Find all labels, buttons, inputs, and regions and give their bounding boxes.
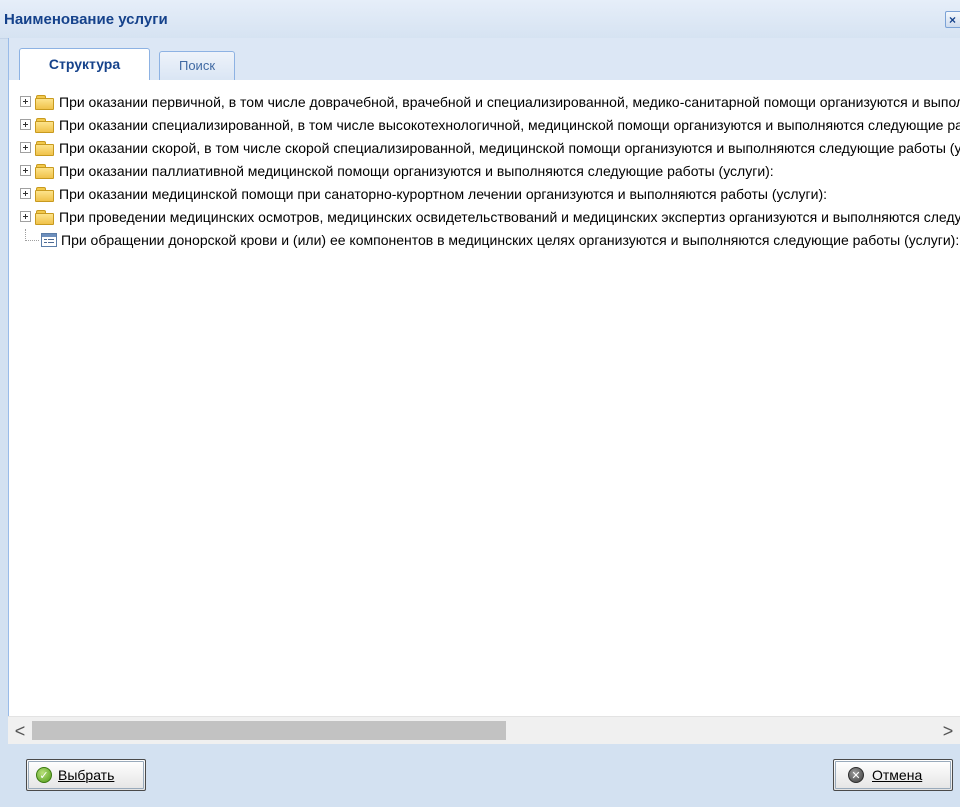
cancel-x-icon: ✕ — [848, 767, 864, 783]
dialog-title-bar[interactable]: Наименование услуги × — [0, 0, 960, 39]
tree-node-emergency-care[interactable]: При оказании скорой, в том числе скорой … — [9, 137, 960, 159]
service-name-dialog: Наименование услуги × Структура Поиск Пр… — [0, 0, 960, 807]
tab-search[interactable]: Поиск — [159, 51, 235, 81]
folder-icon — [35, 95, 54, 110]
tree-node-palliative-care[interactable]: При оказании паллиативной медицинской по… — [9, 160, 960, 182]
folder-icon — [35, 141, 54, 156]
tree-node-label: При оказании медицинской помощи при сана… — [59, 186, 827, 202]
expand-plus-icon[interactable] — [20, 188, 31, 199]
tree-node-label: При проведении медицинских осмотров, мед… — [59, 209, 960, 225]
folder-icon — [35, 210, 54, 225]
scroll-left-arrow-icon[interactable]: < — [8, 717, 32, 745]
tree-node-label: При оказании специализированной, в том ч… — [59, 117, 960, 133]
tree-node-label: При оказании паллиативной медицинской по… — [59, 163, 774, 179]
tree-node-label: При оказании скорой, в том числе скорой … — [59, 140, 960, 156]
structure-tree: При оказании первичной, в том числе довр… — [8, 80, 960, 744]
scrollbar-thumb[interactable] — [32, 721, 506, 740]
expand-plus-icon[interactable] — [20, 142, 31, 153]
folder-icon — [35, 187, 54, 202]
tree-node-donor-blood[interactable]: При обращении донорской крови и (или) ее… — [9, 229, 960, 251]
tree-node-medical-examinations[interactable]: При проведении медицинских осмотров, мед… — [9, 206, 960, 228]
tree-node-label: При оказании первичной, в том числе довр… — [59, 94, 960, 110]
tab-strip: Структура Поиск — [8, 38, 960, 81]
close-button[interactable]: × — [945, 11, 960, 28]
tab-structure[interactable]: Структура — [19, 48, 150, 81]
select-button[interactable]: ✓ Выбрать — [26, 759, 146, 791]
horizontal-scrollbar[interactable]: < > — [8, 716, 960, 745]
tree-node-label: При обращении донорской крови и (или) ее… — [61, 232, 960, 248]
expand-plus-icon[interactable] — [20, 165, 31, 176]
document-list-icon — [41, 233, 57, 247]
folder-icon — [35, 118, 54, 133]
cancel-button[interactable]: ✕ Отмена — [833, 759, 953, 791]
tree-connector-line — [25, 240, 39, 242]
dialog-footer: ✓ Выбрать ✕ Отмена — [0, 744, 960, 807]
expand-plus-icon[interactable] — [20, 96, 31, 107]
folder-icon — [35, 164, 54, 179]
tree-node-specialized-care[interactable]: При оказании специализированной, в том ч… — [9, 114, 960, 136]
ok-check-icon: ✓ — [36, 767, 52, 783]
scroll-right-arrow-icon[interactable]: > — [936, 717, 960, 745]
select-button-label: Выбрать — [58, 767, 115, 783]
expand-plus-icon[interactable] — [20, 119, 31, 130]
expand-plus-icon[interactable] — [20, 211, 31, 222]
dialog-title: Наименование услуги — [4, 11, 168, 28]
close-icon: × — [949, 13, 957, 27]
tree-node-primary-care[interactable]: При оказании первичной, в том числе довр… — [9, 91, 960, 113]
tree-node-sanatorium-care[interactable]: При оказании медицинской помощи при сана… — [9, 183, 960, 205]
cancel-button-label: Отмена — [872, 767, 923, 783]
